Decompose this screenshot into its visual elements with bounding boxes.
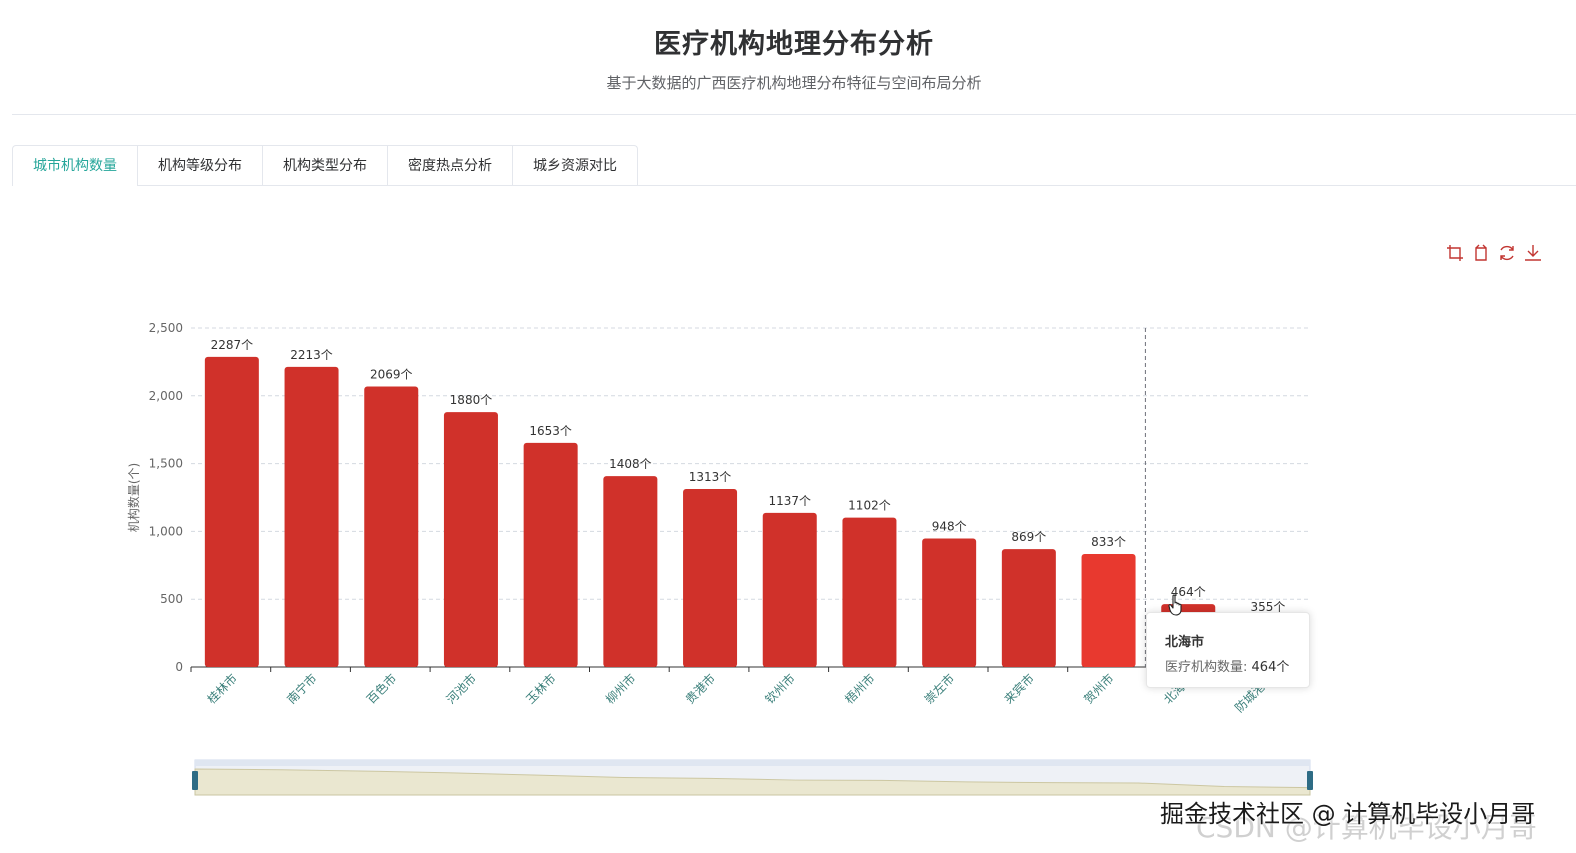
bar[interactable]: [284, 366, 339, 667]
y-tick-label: 1,500: [149, 457, 183, 471]
bar[interactable]: [443, 412, 498, 667]
hand-cursor-icon: [1168, 594, 1182, 616]
bar[interactable]: [842, 517, 897, 667]
y-axis-title: 机构数量(个): [126, 463, 141, 532]
bar-value-label: 1880个: [450, 393, 493, 407]
tab-city-count[interactable]: 城市机构数量: [12, 145, 138, 186]
x-tick-label: 梧州市: [841, 671, 877, 707]
bar[interactable]: [1001, 549, 1056, 667]
bar-value-label: 1408个: [609, 457, 652, 471]
tab-urban-rural-compare[interactable]: 城乡资源对比: [513, 145, 638, 185]
bar-value-label: 1653个: [529, 424, 572, 438]
bar[interactable]: [603, 476, 658, 667]
x-tick-label: 贵港市: [682, 671, 718, 707]
x-tick-label: 南宁市: [284, 671, 320, 707]
bar[interactable]: [922, 538, 977, 667]
x-tick-label: 钦州市: [762, 671, 798, 707]
page-title: 医疗机构地理分布分析: [654, 29, 934, 60]
bar-value-label: 1313个: [689, 470, 732, 484]
tooltip-colon: :: [1243, 660, 1252, 675]
zoom-icon[interactable]: [1446, 244, 1464, 262]
tab-bar: 城市机构数量 机构等级分布 机构类型分布 密度热点分析 城乡资源对比: [12, 145, 1576, 186]
bar-value-label: 2287个: [211, 338, 254, 352]
bar-value-label: 1102个: [848, 499, 891, 513]
y-tick-label: 1,000: [149, 524, 183, 538]
bar[interactable]: [683, 488, 738, 667]
x-tick-label: 柳州市: [602, 671, 638, 707]
tab-level-distribution[interactable]: 机构等级分布: [138, 145, 263, 185]
bar[interactable]: [1081, 554, 1136, 667]
bar[interactable]: [762, 512, 817, 667]
y-tick-label: 2,000: [149, 389, 183, 403]
bar[interactable]: [204, 356, 259, 667]
bar-value-label: 869个: [1011, 530, 1046, 544]
bar-chart: 0 500 1,000 1,500 2,000 2,500 机构数量(个) 2287个桂林市 2…: [126, 321, 1313, 796]
bar-value-label: 2213个: [290, 348, 333, 362]
data-zoom-bar[interactable]: [195, 760, 1310, 766]
bar-value-label: 2069个: [370, 367, 413, 381]
bar-value-label: 833个: [1091, 535, 1126, 549]
page-subtitle: 基于大数据的广西医疗机构地理分布特征与空间布局分析: [606, 74, 982, 92]
data-zoom-handle-left[interactable]: [192, 771, 198, 790]
chart-toolbox: [1446, 244, 1542, 262]
x-tick-label: 桂林市: [204, 671, 240, 707]
x-tick-label: 贺州市: [1081, 671, 1117, 707]
tooltip-title: 北海市: [1165, 635, 1205, 650]
x-tick-label: 玉林市: [523, 671, 559, 707]
tooltip-body: 医疗机构数量: 464个: [1165, 656, 1309, 675]
y-tick-label: 500: [160, 592, 183, 606]
bar-value-label: 1137个: [768, 494, 811, 508]
y-tick-label: 2,500: [149, 321, 183, 335]
x-tick-label: 来宾市: [1001, 671, 1037, 707]
chart-tooltip: 北海市 医疗机构数量: 464个: [1146, 612, 1310, 688]
x-tick-label: 百色市: [363, 671, 399, 707]
bar-value-label: 948个: [932, 519, 967, 533]
restore-icon[interactable]: [1498, 244, 1516, 262]
zoom-reset-icon[interactable]: [1472, 244, 1490, 262]
bar[interactable]: [523, 442, 578, 667]
x-tick-label: 崇左市: [921, 671, 957, 707]
bar[interactable]: [364, 386, 419, 667]
tab-type-distribution[interactable]: 机构类型分布: [263, 145, 388, 185]
tooltip-value: 464个: [1251, 660, 1290, 675]
download-icon[interactable]: [1524, 244, 1542, 262]
y-tick-label: 0: [175, 660, 183, 674]
tooltip-label: 医疗机构数量: [1165, 660, 1244, 675]
page-header: 医疗机构地理分布分析 基于大数据的广西医疗机构地理分布特征与空间布局分析: [12, 0, 1576, 115]
data-zoom-handle-right[interactable]: [1307, 771, 1313, 790]
tab-density-hotspot[interactable]: 密度热点分析: [388, 145, 513, 185]
x-tick-label: 河池市: [443, 671, 479, 707]
watermark-juejin: 掘金技术社区 @ 计算机毕设小月哥: [1160, 800, 1536, 828]
